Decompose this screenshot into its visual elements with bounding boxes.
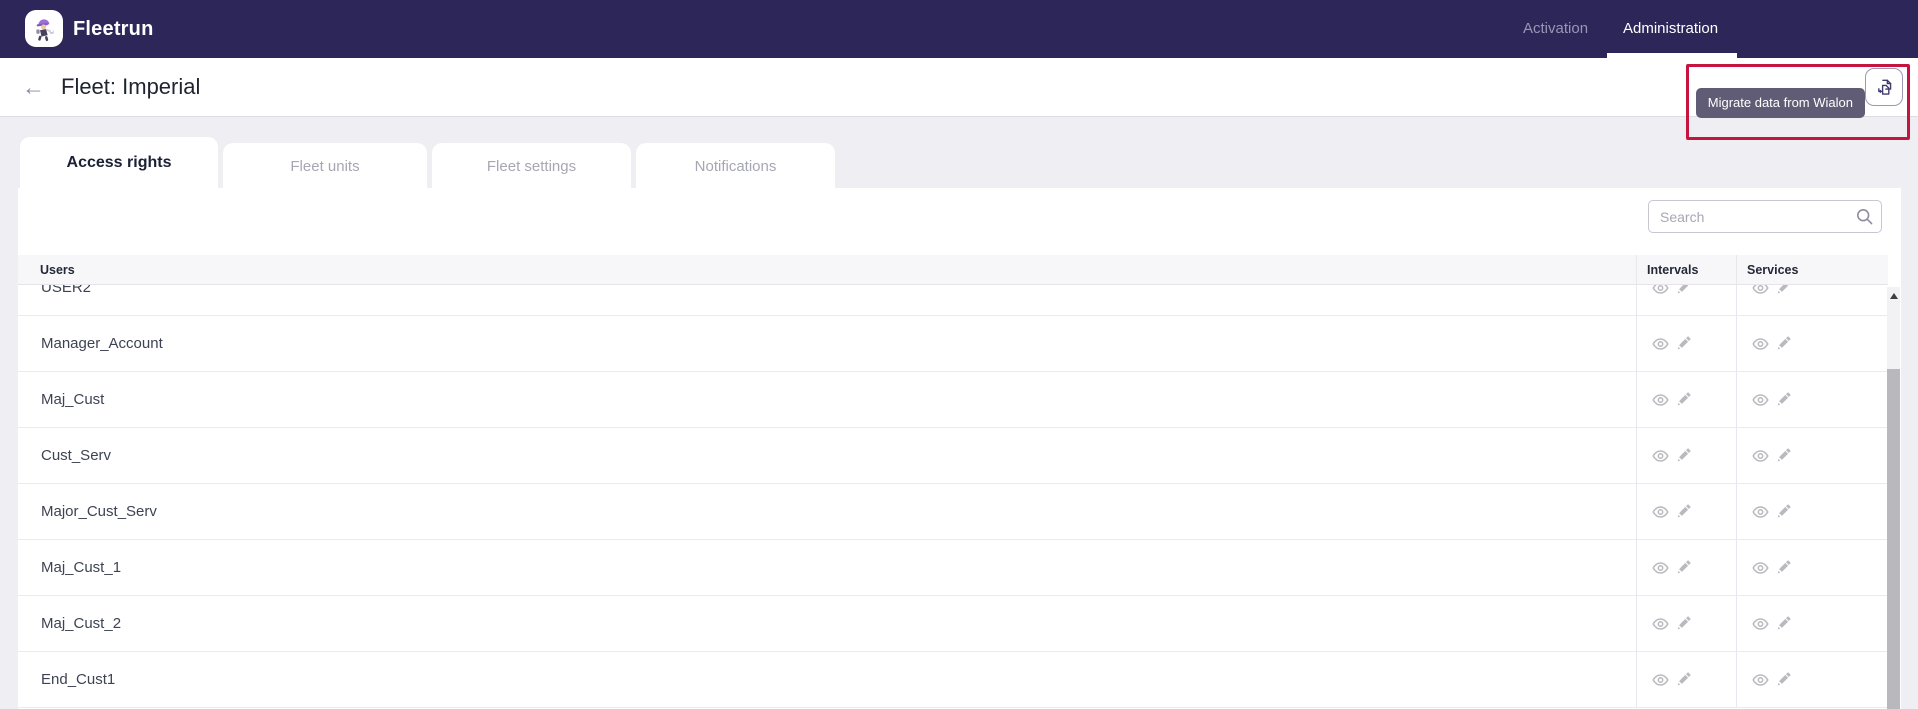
- view-icon[interactable]: [1652, 617, 1669, 630]
- view-icon[interactable]: [1752, 285, 1769, 294]
- edit-icon[interactable]: [1776, 392, 1791, 407]
- view-icon[interactable]: [1652, 337, 1669, 350]
- user-name: Cust_Serv: [41, 447, 112, 464]
- user-name: Maj_Cust: [41, 391, 105, 408]
- view-icon[interactable]: [1752, 561, 1769, 574]
- fleetrun-logo[interactable]: [25, 10, 63, 47]
- services-actions: [1736, 596, 1888, 651]
- topbar: Fleetrun Activation Administration: [0, 0, 1918, 58]
- view-icon[interactable]: [1652, 561, 1669, 574]
- search-input[interactable]: [1648, 200, 1882, 233]
- edit-icon[interactable]: [1776, 448, 1791, 463]
- user-name: Manager_Account: [41, 335, 163, 352]
- edit-icon[interactable]: [1676, 336, 1691, 351]
- user-name: Major_Cust_Serv: [41, 503, 157, 520]
- table-row: Maj_Cust_1: [18, 540, 1888, 596]
- intervals-actions: [1636, 372, 1736, 427]
- column-header-services: Services: [1736, 255, 1888, 285]
- intervals-actions: [1636, 285, 1736, 315]
- user-name: Maj_Cust_1: [41, 559, 122, 576]
- view-icon[interactable]: [1752, 505, 1769, 518]
- tooltip: Migrate data from Wialon: [1695, 88, 1865, 118]
- services-actions: [1736, 285, 1888, 315]
- search-icon[interactable]: [1856, 208, 1873, 225]
- view-icon[interactable]: [1752, 449, 1769, 462]
- table-row: Manager_Account: [18, 316, 1888, 372]
- edit-icon[interactable]: [1676, 616, 1691, 631]
- view-icon[interactable]: [1652, 285, 1669, 294]
- user-name: End_Cust1: [41, 671, 116, 688]
- view-icon[interactable]: [1652, 449, 1669, 462]
- tab-fleet-units[interactable]: Fleet units: [223, 143, 427, 189]
- edit-icon[interactable]: [1776, 285, 1791, 295]
- edit-icon[interactable]: [1676, 285, 1691, 295]
- intervals-actions: [1636, 428, 1736, 483]
- edit-icon[interactable]: [1776, 616, 1791, 631]
- search-box: [1648, 200, 1882, 233]
- column-header-intervals: Intervals: [1636, 255, 1736, 285]
- edit-icon[interactable]: [1676, 448, 1691, 463]
- active-nav-indicator: [1607, 53, 1737, 58]
- mechanic-mascot-icon: [36, 18, 54, 41]
- migrate-data-button[interactable]: [1865, 68, 1903, 106]
- services-actions: [1736, 652, 1888, 707]
- intervals-actions: [1636, 316, 1736, 371]
- services-actions: [1736, 428, 1888, 483]
- services-actions: [1736, 484, 1888, 539]
- app-window: Fleetrun Activation Administration ← Fle…: [0, 0, 1918, 709]
- view-icon[interactable]: [1752, 617, 1769, 630]
- table-row: Maj_Cust: [18, 372, 1888, 428]
- services-actions: [1736, 316, 1888, 371]
- user-name: Maj_Cust_2: [41, 615, 122, 632]
- page-header: ← Fleet: Imperial: [0, 58, 1918, 117]
- edit-icon[interactable]: [1676, 672, 1691, 687]
- services-actions: [1736, 372, 1888, 427]
- view-icon[interactable]: [1752, 393, 1769, 406]
- edit-icon[interactable]: [1776, 504, 1791, 519]
- edit-icon[interactable]: [1676, 392, 1691, 407]
- view-icon[interactable]: [1752, 337, 1769, 350]
- intervals-actions: [1636, 652, 1736, 707]
- edit-icon[interactable]: [1776, 336, 1791, 351]
- scrollbar-up-button[interactable]: [1887, 290, 1900, 302]
- content-card: Users Intervals Services USER2 Manager_Ac…: [18, 188, 1901, 709]
- intervals-actions: [1636, 484, 1736, 539]
- table-row: Major_Cust_Serv: [18, 484, 1888, 540]
- view-icon[interactable]: [1652, 393, 1669, 406]
- table-row: Maj_Cust_2: [18, 596, 1888, 652]
- services-actions: [1736, 540, 1888, 595]
- vertical-scrollbar[interactable]: [1887, 287, 1900, 709]
- table-row: Cust_Serv: [18, 428, 1888, 484]
- table-body: USER2 Manager_Account Maj_Cust Cust_Serv Maj…: [18, 285, 1888, 709]
- edit-icon[interactable]: [1676, 560, 1691, 575]
- table-header: Users Intervals Services: [18, 255, 1888, 285]
- nav-item-activation[interactable]: Activation: [1523, 0, 1588, 58]
- intervals-actions: [1636, 540, 1736, 595]
- view-icon[interactable]: [1752, 673, 1769, 686]
- intervals-actions: [1636, 596, 1736, 651]
- user-name: USER2: [41, 285, 92, 296]
- edit-icon[interactable]: [1676, 504, 1691, 519]
- brand-name: Fleetrun: [73, 18, 154, 40]
- nav-item-administration[interactable]: Administration: [1623, 0, 1718, 58]
- arrow-left-icon[interactable]: ←: [22, 75, 45, 99]
- migrate-copy-icon: [1877, 79, 1891, 95]
- column-header-users: Users: [40, 263, 75, 277]
- tab-access-rights[interactable]: Access rights: [20, 137, 218, 189]
- page-title: Fleet: Imperial: [61, 74, 201, 99]
- scrollbar-thumb[interactable]: [1887, 369, 1900, 709]
- table-row: USER2: [18, 285, 1888, 316]
- table-row: End_Cust1: [18, 652, 1888, 708]
- tab-fleet-settings[interactable]: Fleet settings: [432, 143, 631, 189]
- edit-icon[interactable]: [1776, 560, 1791, 575]
- edit-icon[interactable]: [1776, 672, 1791, 687]
- view-icon[interactable]: [1652, 673, 1669, 686]
- tab-notifications[interactable]: Notifications: [636, 143, 835, 189]
- view-icon[interactable]: [1652, 505, 1669, 518]
